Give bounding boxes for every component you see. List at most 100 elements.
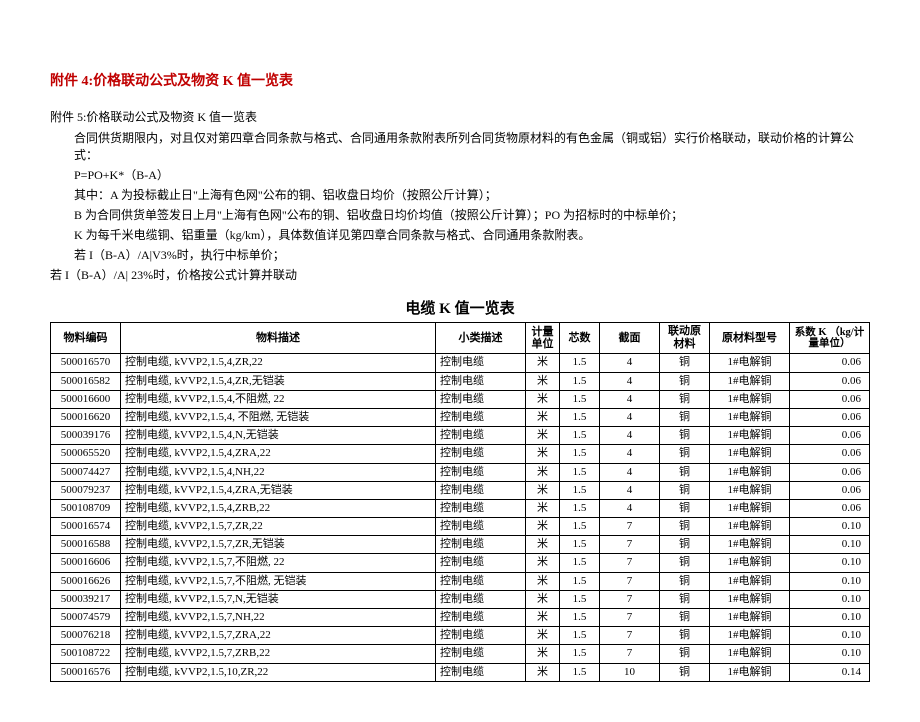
cell-mat: 铜 [660, 590, 710, 608]
col-core: 芯数 [560, 323, 600, 354]
cell-section: 7 [600, 536, 660, 554]
table-row: 500016588控制电缆, kVVP2,1.5,7,ZR,无铠装控制电缆米1.… [51, 536, 870, 554]
cell-k: 0.10 [790, 590, 870, 608]
intro-line-4: B 为合同供货单签发日上月"上海有色网"公布的铜、铝收盘日均价均值（按照公斤计算… [50, 206, 870, 223]
table-row: 500039176控制电缆, kVVP2,1.5,4,N,无铠装控制电缆米1.5… [51, 427, 870, 445]
cell-code: 500016576 [51, 663, 121, 681]
cell-k: 0.06 [790, 408, 870, 426]
table-row: 500016626控制电缆, kVVP2,1.5,7,不阻燃, 无铠装控制电缆米… [51, 572, 870, 590]
cell-core: 1.5 [560, 572, 600, 590]
cell-code: 500016606 [51, 554, 121, 572]
cell-desc: 控制电缆, kVVP2,1.5,7,ZR,22 [121, 518, 436, 536]
table-row: 500016582控制电缆, kVVP2,1.5,4,ZR,无铠装控制电缆米1.… [51, 372, 870, 390]
cell-model: 1#电解铜 [710, 536, 790, 554]
cell-model: 1#电解铜 [710, 627, 790, 645]
cell-desc: 控制电缆, kVVP2,1.5,7,ZRB,22 [121, 645, 436, 663]
cell-section: 4 [600, 481, 660, 499]
cell-model: 1#电解铜 [710, 481, 790, 499]
cell-core: 1.5 [560, 536, 600, 554]
cell-k: 0.06 [790, 372, 870, 390]
cell-core: 1.5 [560, 408, 600, 426]
cell-core: 1.5 [560, 663, 600, 681]
cell-unit: 米 [526, 663, 560, 681]
cell-code: 500016588 [51, 536, 121, 554]
cell-section: 4 [600, 463, 660, 481]
cell-core: 1.5 [560, 554, 600, 572]
cell-code: 500039176 [51, 427, 121, 445]
cell-section: 4 [600, 390, 660, 408]
cell-mat: 铜 [660, 390, 710, 408]
cell-mat: 铜 [660, 627, 710, 645]
cell-mat: 铜 [660, 463, 710, 481]
cell-model: 1#电解铜 [710, 463, 790, 481]
cell-section: 7 [600, 572, 660, 590]
cell-code: 500016582 [51, 372, 121, 390]
cell-k: 0.06 [790, 445, 870, 463]
cell-unit: 米 [526, 427, 560, 445]
cell-k: 0.10 [790, 609, 870, 627]
cell-mat: 铜 [660, 554, 710, 572]
cell-subdesc: 控制电缆 [436, 518, 526, 536]
cell-code: 500016570 [51, 354, 121, 372]
cell-code: 500076218 [51, 627, 121, 645]
cell-core: 1.5 [560, 427, 600, 445]
cell-core: 1.5 [560, 645, 600, 663]
cell-section: 7 [600, 590, 660, 608]
attachment-title: 附件 4:价格联动公式及物资 K 值一览表 [50, 70, 870, 90]
cell-code: 500016620 [51, 408, 121, 426]
cell-unit: 米 [526, 408, 560, 426]
table-row: 500108709控制电缆, kVVP2,1.5,4,ZRB,22控制电缆米1.… [51, 499, 870, 517]
subtitle: 附件 5:价格联动公式及物资 K 值一览表 [50, 108, 870, 125]
cell-desc: 控制电缆, kVVP2,1.5,4,NH,22 [121, 463, 436, 481]
cell-subdesc: 控制电缆 [436, 427, 526, 445]
cell-mat: 铜 [660, 481, 710, 499]
cell-code: 500016600 [51, 390, 121, 408]
cell-code: 500016574 [51, 518, 121, 536]
table-title: 电缆 K 值一览表 [50, 297, 870, 318]
cell-desc: 控制电缆, kVVP2,1.5,4, 不阻燃, 无铠装 [121, 408, 436, 426]
cell-section: 7 [600, 627, 660, 645]
cell-model: 1#电解铜 [710, 554, 790, 572]
cell-k: 0.06 [790, 390, 870, 408]
cell-mat: 铜 [660, 445, 710, 463]
col-desc: 物料描述 [121, 323, 436, 354]
cell-section: 4 [600, 427, 660, 445]
cell-code: 500074427 [51, 463, 121, 481]
cell-model: 1#电解铜 [710, 572, 790, 590]
cell-subdesc: 控制电缆 [436, 481, 526, 499]
cell-mat: 铜 [660, 372, 710, 390]
cell-subdesc: 控制电缆 [436, 499, 526, 517]
table-row: 500039217控制电缆, kVVP2,1.5,7,N,无铠装控制电缆米1.5… [51, 590, 870, 608]
cell-subdesc: 控制电缆 [436, 536, 526, 554]
intro-line-5: K 为每千米电缆铜、铝重量（kg/km），具体数值详见第四章合同条款与格式、合同… [50, 226, 870, 243]
cell-mat: 铜 [660, 609, 710, 627]
cell-code: 500016626 [51, 572, 121, 590]
cell-k: 0.10 [790, 518, 870, 536]
cell-desc: 控制电缆, kVVP2,1.5,4,不阻燃, 22 [121, 390, 436, 408]
cell-model: 1#电解铜 [710, 354, 790, 372]
cell-desc: 控制电缆, kVVP2,1.5,10,ZR,22 [121, 663, 436, 681]
col-subdesc: 小类描述 [436, 323, 526, 354]
cell-model: 1#电解铜 [710, 390, 790, 408]
table-header-row: 物料编码 物料描述 小类描述 计量单位 芯数 截面 联动原材料 原材料型号 系数… [51, 323, 870, 354]
cell-subdesc: 控制电缆 [436, 572, 526, 590]
cell-core: 1.5 [560, 481, 600, 499]
cell-model: 1#电解铜 [710, 427, 790, 445]
cell-model: 1#电解铜 [710, 372, 790, 390]
cell-subdesc: 控制电缆 [436, 445, 526, 463]
cell-mat: 铜 [660, 518, 710, 536]
cell-unit: 米 [526, 354, 560, 372]
cell-mat: 铜 [660, 427, 710, 445]
table-row: 500074579控制电缆, kVVP2,1.5,7,NH,22控制电缆米1.5… [51, 609, 870, 627]
table-row: 500108722控制电缆, kVVP2,1.5,7,ZRB,22控制电缆米1.… [51, 645, 870, 663]
cell-desc: 控制电缆, kVVP2,1.5,7,不阻燃, 22 [121, 554, 436, 572]
cell-section: 10 [600, 663, 660, 681]
cell-code: 500065520 [51, 445, 121, 463]
cell-unit: 米 [526, 372, 560, 390]
cell-section: 4 [600, 354, 660, 372]
cell-k: 0.10 [790, 554, 870, 572]
cell-unit: 米 [526, 499, 560, 517]
table-row: 500016576控制电缆, kVVP2,1.5,10,ZR,22控制电缆米1.… [51, 663, 870, 681]
cell-desc: 控制电缆, kVVP2,1.5,4,ZR,无铠装 [121, 372, 436, 390]
cell-model: 1#电解铜 [710, 445, 790, 463]
